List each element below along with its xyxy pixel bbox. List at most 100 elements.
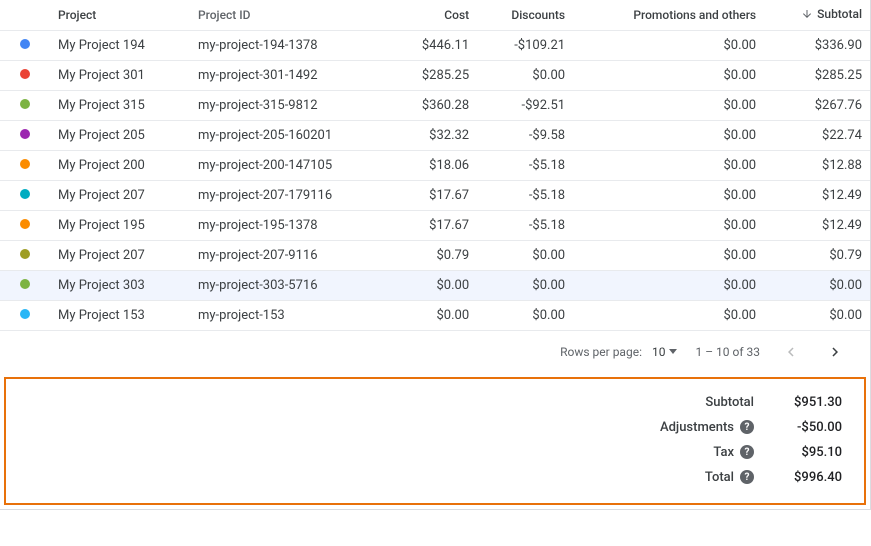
header-project-id[interactable]: Project ID <box>190 0 390 30</box>
cell-discounts: -$9.58 <box>477 120 573 150</box>
color-dot <box>20 129 30 139</box>
cell-subtotal: $0.00 <box>764 270 870 300</box>
summary-adjustments-value: -$50.00 <box>772 420 842 435</box>
cell-project-id: my-project-195-1378 <box>190 210 390 240</box>
rows-per-page-label: Rows per page: <box>560 345 642 359</box>
table-row[interactable]: My Project 153my-project-153$0.00$0.00$0… <box>0 300 870 330</box>
cell-project: My Project 153 <box>50 300 190 330</box>
color-dot <box>20 249 30 259</box>
cell-project: My Project 207 <box>50 240 190 270</box>
summary-total-label: Total? <box>660 470 754 485</box>
cell-project-id: my-project-207-179116 <box>190 180 390 210</box>
cell-project-id: my-project-315-9812 <box>190 90 390 120</box>
cell-promotions: $0.00 <box>573 90 764 120</box>
summary-tax-value: $95.10 <box>772 445 842 460</box>
arrow-down-icon <box>801 8 813 20</box>
prev-page-button[interactable] <box>778 339 804 365</box>
page-range: 1 – 10 of 33 <box>695 345 760 359</box>
cell-subtotal: $267.76 <box>764 90 870 120</box>
cell-project-id: my-project-303-5716 <box>190 270 390 300</box>
cell-discounts: -$109.21 <box>477 30 573 60</box>
help-icon[interactable]: ? <box>740 445 754 459</box>
cell-subtotal: $12.88 <box>764 150 870 180</box>
help-icon[interactable]: ? <box>740 420 754 434</box>
header-subtotal[interactable]: Subtotal <box>764 0 870 30</box>
cell-promotions: $0.00 <box>573 60 764 90</box>
cell-project: My Project 315 <box>50 90 190 120</box>
summary-tax-label: Tax? <box>660 445 754 460</box>
dropdown-icon <box>669 349 677 354</box>
summary-total-value: $996.40 <box>772 470 842 485</box>
table-row[interactable]: My Project 303my-project-303-5716$0.00$0… <box>0 270 870 300</box>
table-row[interactable]: My Project 205my-project-205-160201$32.3… <box>0 120 870 150</box>
table-row[interactable]: My Project 195my-project-195-1378$17.67-… <box>0 210 870 240</box>
table-row[interactable]: My Project 301my-project-301-1492$285.25… <box>0 60 870 90</box>
color-dot <box>20 39 30 49</box>
table-row[interactable]: My Project 200my-project-200-147105$18.0… <box>0 150 870 180</box>
cell-project-id: my-project-153 <box>190 300 390 330</box>
cell-discounts: $0.00 <box>477 300 573 330</box>
cell-subtotal: $0.00 <box>764 300 870 330</box>
cell-promotions: $0.00 <box>573 180 764 210</box>
cell-project: My Project 194 <box>50 30 190 60</box>
help-icon[interactable]: ? <box>740 470 754 484</box>
cell-project: My Project 200 <box>50 150 190 180</box>
rows-per-page-select[interactable]: 10 <box>652 345 678 359</box>
cell-cost: $17.67 <box>390 210 477 240</box>
cell-discounts: -$92.51 <box>477 90 573 120</box>
cell-subtotal: $285.25 <box>764 60 870 90</box>
color-dot <box>20 99 30 109</box>
cell-cost: $0.00 <box>390 300 477 330</box>
pagination: Rows per page: 10 1 – 10 of 33 <box>0 331 870 373</box>
header-discounts[interactable]: Discounts <box>477 0 573 30</box>
cell-subtotal: $12.49 <box>764 180 870 210</box>
cell-project-id: my-project-207-9116 <box>190 240 390 270</box>
color-dot <box>20 279 30 289</box>
cell-promotions: $0.00 <box>573 270 764 300</box>
chevron-left-icon <box>782 343 800 361</box>
chevron-right-icon <box>826 343 844 361</box>
cell-discounts: $0.00 <box>477 270 573 300</box>
summary-subtotal-label: Subtotal <box>660 395 754 410</box>
cell-subtotal: $22.74 <box>764 120 870 150</box>
cell-cost: $285.25 <box>390 60 477 90</box>
cell-project: My Project 205 <box>50 120 190 150</box>
cell-discounts: $0.00 <box>477 60 573 90</box>
cell-project: My Project 195 <box>50 210 190 240</box>
table-row[interactable]: My Project 194my-project-194-1378$446.11… <box>0 30 870 60</box>
summary-subtotal-value: $951.30 <box>772 395 842 410</box>
cell-cost: $0.79 <box>390 240 477 270</box>
header-cost[interactable]: Cost <box>390 0 477 30</box>
cell-promotions: $0.00 <box>573 300 764 330</box>
cell-project-id: my-project-301-1492 <box>190 60 390 90</box>
cell-cost: $360.28 <box>390 90 477 120</box>
projects-table: Project Project ID Cost Discounts Promot… <box>0 0 870 331</box>
cell-discounts: -$5.18 <box>477 210 573 240</box>
next-page-button[interactable] <box>822 339 848 365</box>
cell-cost: $446.11 <box>390 30 477 60</box>
cell-project: My Project 301 <box>50 60 190 90</box>
table-row[interactable]: My Project 207my-project-207-9116$0.79$0… <box>0 240 870 270</box>
table-row[interactable]: My Project 315my-project-315-9812$360.28… <box>0 90 870 120</box>
cell-promotions: $0.00 <box>573 150 764 180</box>
summary-panel: Subtotal $951.30 Adjustments? -$50.00 Ta… <box>4 377 866 505</box>
cell-discounts: -$5.18 <box>477 180 573 210</box>
cell-cost: $32.32 <box>390 120 477 150</box>
cell-discounts: -$5.18 <box>477 150 573 180</box>
cell-cost: $18.06 <box>390 150 477 180</box>
cell-project-id: my-project-200-147105 <box>190 150 390 180</box>
cell-project: My Project 303 <box>50 270 190 300</box>
color-dot <box>20 159 30 169</box>
cell-subtotal: $336.90 <box>764 30 870 60</box>
summary-adjustments-label: Adjustments? <box>660 420 754 435</box>
color-dot <box>20 309 30 319</box>
color-dot <box>20 69 30 79</box>
table-row[interactable]: My Project 207my-project-207-179116$17.6… <box>0 180 870 210</box>
color-dot <box>20 219 30 229</box>
color-dot <box>20 189 30 199</box>
cell-subtotal: $0.79 <box>764 240 870 270</box>
cell-project-id: my-project-194-1378 <box>190 30 390 60</box>
cell-discounts: $0.00 <box>477 240 573 270</box>
header-project[interactable]: Project <box>50 0 190 30</box>
header-promotions[interactable]: Promotions and others <box>573 0 764 30</box>
